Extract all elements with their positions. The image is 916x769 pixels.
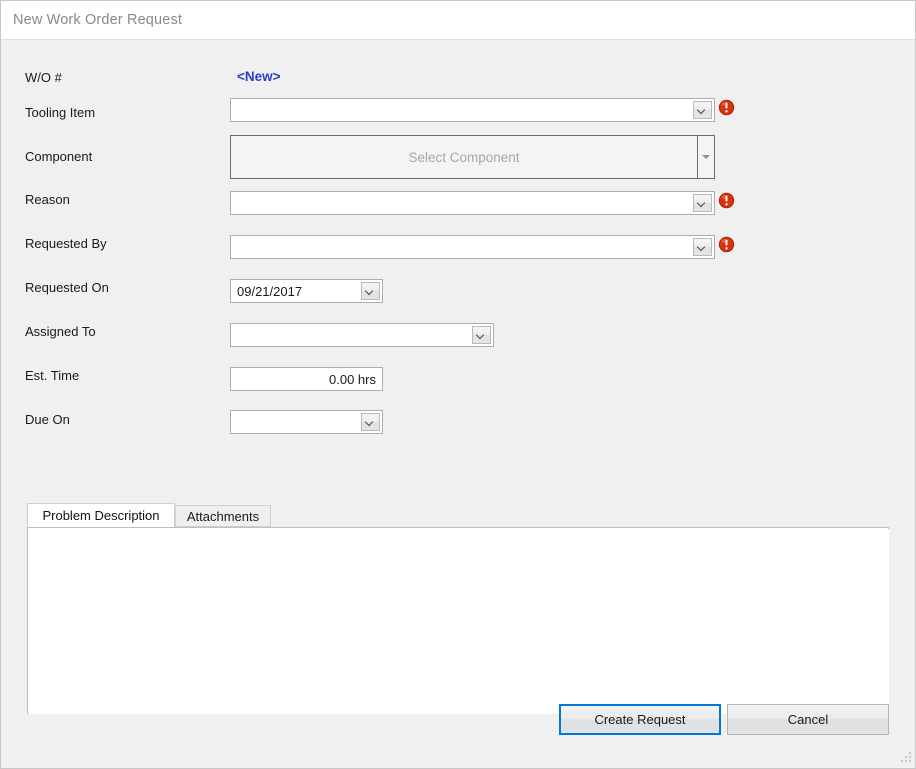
- due-on-value: [231, 411, 361, 433]
- new-work-order-request-window: New Work Order Request W/O # <New> Tooli…: [0, 0, 916, 769]
- cancel-label: Cancel: [787, 712, 829, 727]
- label-requested-by: Requested By: [25, 236, 107, 251]
- requested-by-combobox[interactable]: [230, 235, 715, 259]
- due-on-datepicker[interactable]: [230, 410, 383, 434]
- tab-panel: [27, 527, 889, 714]
- create-request-label: Create Request: [594, 712, 686, 727]
- tooling-item-error-icon: [718, 99, 735, 116]
- tooling-item-dropdown-button[interactable]: [693, 101, 712, 119]
- label-reason: Reason: [25, 192, 70, 207]
- assigned-to-value: [231, 324, 472, 346]
- assigned-to-dropdown-button[interactable]: [472, 326, 491, 344]
- tab-problem-description[interactable]: Problem Description: [27, 503, 175, 527]
- problem-description-textarea[interactable]: [29, 529, 889, 714]
- resize-grip[interactable]: [899, 752, 912, 765]
- label-assigned-to: Assigned To: [25, 324, 96, 339]
- triangle-down-icon: [702, 155, 710, 159]
- reason-combobox[interactable]: [230, 191, 715, 215]
- requested-on-datepicker[interactable]: 09/21/2017: [230, 279, 383, 303]
- component-placeholder-text: Select Component: [408, 149, 520, 165]
- chevron-down-icon: [698, 199, 707, 208]
- component-selector[interactable]: Select Component: [230, 135, 715, 179]
- chevron-down-icon: [366, 287, 375, 296]
- tooling-item-value: [231, 99, 693, 121]
- reason-error-icon: [718, 192, 735, 209]
- reason-value: [231, 192, 693, 214]
- label-est-time: Est. Time: [25, 368, 80, 383]
- form-body: W/O # <New> Tooling Item Component Selec…: [2, 40, 915, 768]
- component-dropdown-button[interactable]: [698, 135, 715, 179]
- requested-on-dropdown-button[interactable]: [361, 282, 380, 300]
- requested-by-error-icon: [718, 236, 735, 253]
- due-on-dropdown-button[interactable]: [361, 413, 380, 431]
- tabstrip: Problem Description Attachments: [27, 503, 889, 527]
- chevron-down-icon: [698, 243, 707, 252]
- requested-by-value: [231, 236, 693, 258]
- assigned-to-combobox[interactable]: [230, 323, 494, 347]
- create-request-button[interactable]: Create Request: [559, 704, 721, 735]
- requested-by-dropdown-button[interactable]: [693, 238, 712, 256]
- tab-problem-description-label: Problem Description: [42, 508, 160, 523]
- est-time-value: 0.00 hrs: [329, 371, 376, 387]
- label-component: Component: [25, 149, 93, 164]
- wo-number-value: <New>: [237, 69, 281, 84]
- chevron-down-icon: [366, 418, 375, 427]
- chevron-down-icon: [477, 331, 486, 340]
- component-select-button[interactable]: Select Component: [230, 135, 698, 179]
- chevron-down-icon: [698, 106, 707, 115]
- tooling-item-combobox[interactable]: [230, 98, 715, 122]
- window-titlebar: New Work Order Request: [1, 1, 915, 40]
- label-tooling-item: Tooling Item: [25, 105, 96, 120]
- label-due-on: Due On: [25, 412, 70, 427]
- requested-on-value: 09/21/2017: [237, 283, 303, 299]
- est-time-input[interactable]: 0.00 hrs: [230, 367, 383, 391]
- label-wo-number: W/O #: [25, 70, 62, 85]
- tab-attachments-label: Attachments: [186, 508, 260, 524]
- window-title: New Work Order Request: [13, 12, 183, 28]
- cancel-button[interactable]: Cancel: [727, 704, 889, 735]
- label-requested-on: Requested On: [25, 280, 109, 295]
- reason-dropdown-button[interactable]: [693, 194, 712, 212]
- tab-attachments[interactable]: Attachments: [175, 505, 271, 527]
